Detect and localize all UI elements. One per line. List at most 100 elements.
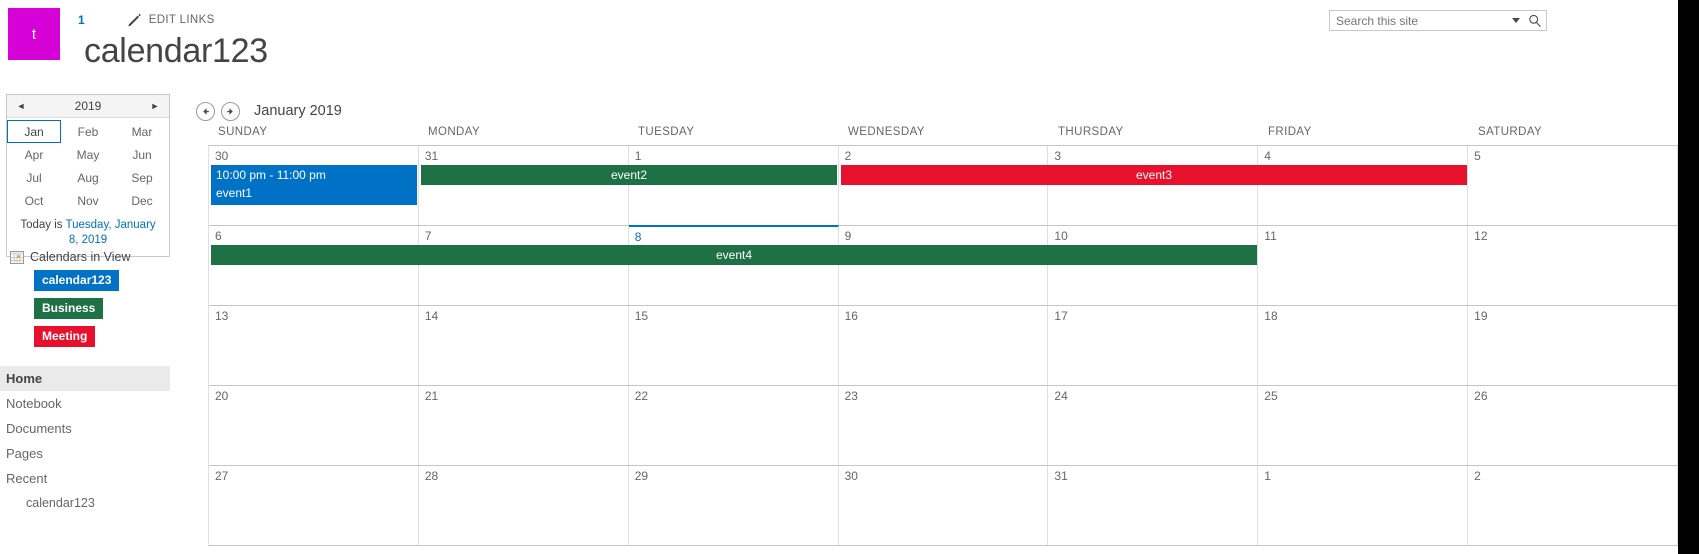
calendar-day-cell[interactable]: 31 <box>418 146 629 225</box>
day-number: 30 <box>844 469 858 483</box>
site-logo-tile[interactable]: t <box>8 8 60 60</box>
edit-links-button[interactable]: EDIT LINKS <box>127 13 215 27</box>
search-input[interactable] <box>1330 12 1508 29</box>
calendar-event[interactable]: event4 <box>211 245 1257 265</box>
calendar-chip-business[interactable]: Business <box>34 298 104 319</box>
calendar-day-cell[interactable]: 15 <box>628 306 839 385</box>
page-title: calendar123 <box>84 32 268 70</box>
dow-sunday: SUNDAY <box>218 126 268 138</box>
event-title: event3 <box>1135 168 1173 182</box>
calendar-day-cell[interactable]: 5 <box>1468 146 1678 225</box>
calendar-event[interactable]: event2 <box>421 165 837 185</box>
calendar-event[interactable]: 10:00 pm - 11:00 pm event1 <box>211 165 417 205</box>
day-number: 13 <box>215 309 229 323</box>
dow-friday: FRIDAY <box>1268 126 1312 138</box>
day-number: 7 <box>424 229 432 243</box>
date-picker-year: 2019 <box>74 99 102 113</box>
dow-wednesday: WEDNESDAY <box>848 126 925 138</box>
calendar-day-cell[interactable]: 21 <box>418 386 629 465</box>
sidebar-item-home[interactable]: Home <box>0 366 170 391</box>
calendar-day-cell[interactable]: 16 <box>838 306 1049 385</box>
calendar-day-cell[interactable]: 9 <box>838 226 1049 305</box>
calendar-day-cell[interactable]: 3 <box>1048 146 1259 225</box>
month-apr[interactable]: Apr <box>7 143 61 166</box>
today-link[interactable]: Tuesday, January 8, 2019 <box>66 219 156 246</box>
month-may[interactable]: May <box>61 143 115 166</box>
site-logo-letter: t <box>31 25 37 43</box>
edit-links-label: EDIT LINKS <box>148 14 215 26</box>
sidebar-item-recent[interactable]: Recent <box>0 466 170 491</box>
calendar-day-cell[interactable]: 20 <box>209 386 419 465</box>
prev-year-icon[interactable]: ◄ <box>15 101 27 111</box>
calendar-day-cell[interactable]: 19 <box>1468 306 1678 385</box>
search-icon[interactable] <box>1524 11 1546 30</box>
calendar-day-cell[interactable]: 8 <box>628 225 839 305</box>
calendar-day-cell[interactable]: 18 <box>1258 306 1469 385</box>
sidebar-item-calendar123[interactable]: calendar123 <box>0 491 170 516</box>
sidebar-item-notebook[interactable]: Notebook <box>0 391 170 416</box>
calendar-day-cell[interactable]: 4 <box>1258 146 1469 225</box>
month-jan[interactable]: Jan <box>7 120 61 143</box>
calendar-day-cell[interactable]: 31 <box>1048 466 1259 545</box>
sidebar-item-documents[interactable]: Documents <box>0 416 170 441</box>
calendar-day-cell[interactable]: 13 <box>209 306 419 385</box>
month-aug[interactable]: Aug <box>61 166 115 189</box>
calendar-day-cell[interactable]: 23 <box>838 386 1049 465</box>
month-sep[interactable]: Sep <box>115 166 169 189</box>
calendar-toolbar: January 2019 <box>190 96 1678 126</box>
calendar-day-cell[interactable]: 26 <box>1468 386 1678 465</box>
next-year-icon[interactable]: ► <box>149 101 161 111</box>
calendar-day-cell[interactable]: 1 <box>1258 466 1469 545</box>
month-feb[interactable]: Feb <box>61 120 115 143</box>
day-number: 2 <box>844 149 852 163</box>
month-dec[interactable]: Dec <box>115 189 169 212</box>
chevron-down-icon[interactable] <box>1508 11 1524 30</box>
month-mar[interactable]: Mar <box>115 120 169 143</box>
calendar-day-cell[interactable]: 2 <box>1468 466 1678 545</box>
day-number: 1 <box>634 149 642 163</box>
day-number: 14 <box>424 309 439 323</box>
day-number: 3 <box>1054 149 1062 163</box>
day-number: 27 <box>215 469 229 483</box>
day-number: 20 <box>215 389 229 403</box>
calendar-day-cell[interactable]: 25 <box>1258 386 1469 465</box>
month-jul[interactable]: Jul <box>7 166 61 189</box>
day-number: 4 <box>1264 149 1271 163</box>
next-month-button[interactable] <box>221 101 240 121</box>
search-box[interactable] <box>1329 10 1547 31</box>
calendar-day-cell[interactable]: 28 <box>418 466 629 545</box>
calendars-in-view-label: Calendars in View <box>30 250 131 264</box>
calendar-event[interactable]: event3 <box>841 165 1467 185</box>
calendar-day-cell[interactable]: 1 <box>628 146 839 225</box>
calendar-week-row: 30 31 1 2 3 4 5 10:00 pm - 11:00 pm event1 event2… <box>209 146 1678 226</box>
calendar-chip-meeting[interactable]: Meeting <box>34 326 96 347</box>
calendar-day-cell[interactable]: 12 <box>1468 226 1678 305</box>
month-oct[interactable]: Oct <box>7 189 61 212</box>
calendar-day-cell[interactable]: 29 <box>628 466 839 545</box>
calendar-day-cell[interactable]: 27 <box>209 466 419 545</box>
day-number: 17 <box>1054 309 1068 323</box>
calendar-month-grid: 30 31 1 2 3 4 5 10:00 pm - 11:00 pm event1 event2… <box>208 145 1678 546</box>
calendar-day-cell[interactable]: 7 <box>418 226 629 305</box>
calendar-day-cell[interactable]: 22 <box>628 386 839 465</box>
calendar-day-cell[interactable]: 11 <box>1258 226 1469 305</box>
topnav-link-1[interactable]: 1 <box>78 13 85 27</box>
day-number: 23 <box>844 389 858 403</box>
calendar-day-cell[interactable]: 30 <box>838 466 1049 545</box>
month-jun[interactable]: Jun <box>115 143 169 166</box>
day-number: 1 <box>1264 469 1271 483</box>
calendar-day-cell[interactable]: 6 <box>209 226 419 305</box>
calendar-day-cell[interactable]: 14 <box>418 306 629 385</box>
month-grid: Jan Feb Mar Apr May Jun Jul Aug Sep Oct … <box>7 118 169 212</box>
calendar-day-cell[interactable]: 17 <box>1048 306 1259 385</box>
calendar-day-cell[interactable]: 10 <box>1048 226 1259 305</box>
day-number: 16 <box>844 309 858 323</box>
calendar-week-row: 6 7 8 9 10 11 12 event4 <box>209 225 1678 306</box>
previous-month-button[interactable] <box>196 101 215 121</box>
pencil-icon <box>127 13 143 27</box>
month-nov[interactable]: Nov <box>61 189 115 212</box>
calendar-day-cell[interactable]: 2 <box>838 146 1049 225</box>
sidebar-item-pages[interactable]: Pages <box>0 441 170 466</box>
calendar-chip-calendar123[interactable]: calendar123 <box>34 270 120 291</box>
calendar-day-cell[interactable]: 24 <box>1048 386 1259 465</box>
